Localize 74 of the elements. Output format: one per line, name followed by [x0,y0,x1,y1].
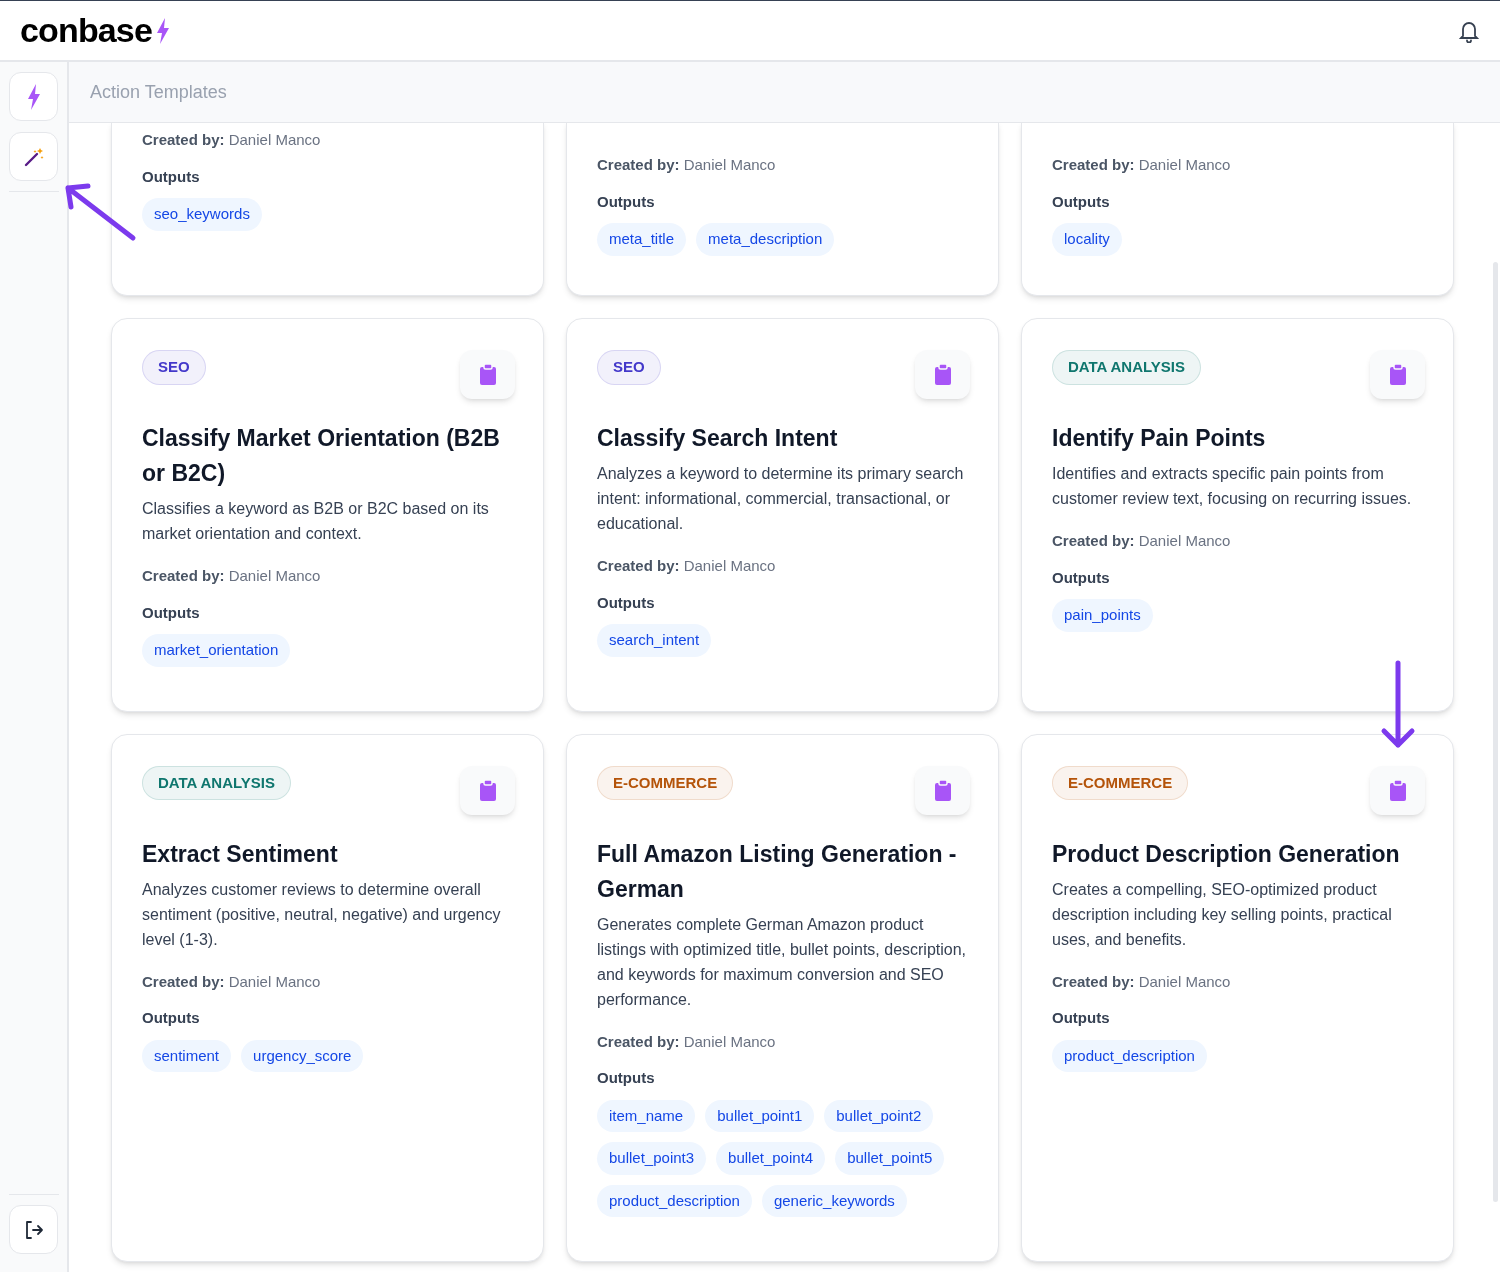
category-tag: E-COMMERCE [597,765,734,800]
page-title: Action Templates [90,80,227,104]
copy-button[interactable] [1370,350,1425,399]
clipboard-icon [934,779,951,801]
output-tag: meta_description [696,223,835,256]
output-tag: bullet_point2 [824,1099,934,1132]
card-title: Classify Market Orientation (B2B or B2C) [142,424,501,488]
created-by-text: Created by: Daniel Manco [597,1031,777,1052]
lightning-icon [26,83,41,110]
created-by-text: Created by: Daniel Manco [1052,971,1232,992]
category-tag: E-COMMERCE [1052,765,1189,800]
output-tag: seo_keywords [142,198,262,231]
output-tag: bullet_point3 [597,1142,707,1175]
outputs-label: Outputs [1052,1008,1111,1028]
card-description: Analyzes a keyword to determine its primary search intent: informational, commercial, transactional, or educational. [597,464,965,534]
output-tag: locality [1052,223,1122,256]
output-tag: product_description [597,1184,752,1217]
clipboard-icon [1389,364,1406,385]
category-tag: SEO [142,350,206,385]
outputs-label: Outputs [597,191,656,212]
actions-nav-button[interactable] [9,72,58,121]
outputs-label: Outputs [597,1068,656,1088]
card-description: Generates complete German Amazon product listings with optimized title, bullet points, description, and keywords for maximum conversion and SEO performance. [597,914,968,1010]
created-by-text: Created by: Daniel Manco [1052,531,1232,551]
copy-button[interactable] [460,765,515,815]
clipboard-icon [479,779,496,801]
clipboard-icon [934,364,951,385]
clipboard-icon [479,364,496,385]
card-title: Product Description Generation [1052,839,1401,869]
created-by-text: Created by: Daniel Manco [597,556,777,576]
outputs-label: Outputs [142,166,201,187]
clipboard-icon [1389,779,1406,801]
output-tag: urgency_score [241,1039,364,1072]
card-title: Classify Search Intent [597,424,839,453]
card-title: Extract Sentiment [142,839,339,869]
card-description: Identifies and extracts specific pain points from customer review text, focusing on recurring issues. [1052,464,1413,509]
output-tag: pain_points [1052,599,1153,632]
outputs-label: Outputs [142,1008,201,1028]
card-description: Creates a compelling, SEO-optimized product description including key selling points, practical uses, and benefits. [1052,879,1393,950]
output-tag: bullet_point4 [716,1142,826,1175]
outputs-label: Outputs [142,602,201,623]
card-description: Analyzes customer reviews to determine overall sentiment (positive, neutral, negative) and urgency level (1-3). [142,879,502,950]
scrollbar[interactable] [1493,262,1498,1202]
category-tag: DATA ANALYSIS [142,765,291,800]
output-tag: bullet_point1 [705,1099,815,1132]
card-description: Classifies a keyword as B2B or B2C based on its market orientation and context. [142,499,490,544]
category-tag: SEO [597,350,661,385]
copy-button[interactable] [915,350,970,399]
output-tag: bullet_point5 [835,1142,945,1175]
output-tag: search_intent [597,624,712,657]
logout-button[interactable] [9,1205,58,1254]
created-by-text: Created by: Daniel Manco [142,566,322,586]
outputs-label: Outputs [1052,191,1111,212]
output-tag: meta_title [597,223,687,256]
copy-button[interactable] [460,350,515,399]
copy-button[interactable] [915,765,970,815]
output-tag: product_description [1052,1039,1207,1072]
lightning-icon [156,17,170,44]
output-tag: item_name [597,1099,696,1132]
card-title: Full Amazon Listing Generation - German [597,839,958,904]
outputs-label: Outputs [1052,567,1111,588]
category-tag: DATA ANALYSIS [1052,350,1201,385]
logo-text: conbase [20,10,152,51]
created-by-text: Created by: Daniel Manco [597,155,777,175]
created-by-text: Created by: Daniel Manco [142,130,322,150]
card-title: Identify Pain Points [1052,424,1267,453]
created-by-text: Created by: Daniel Manco [1052,155,1232,175]
output-tag: generic_keywords [761,1184,907,1217]
outputs-label: Outputs [597,592,656,613]
output-tag: market_orientation [142,634,291,667]
created-by-text: Created by: Daniel Manco [142,971,322,992]
copy-button[interactable] [1370,765,1425,815]
logout-icon [23,1219,44,1240]
output-tag: sentiment [142,1039,232,1072]
